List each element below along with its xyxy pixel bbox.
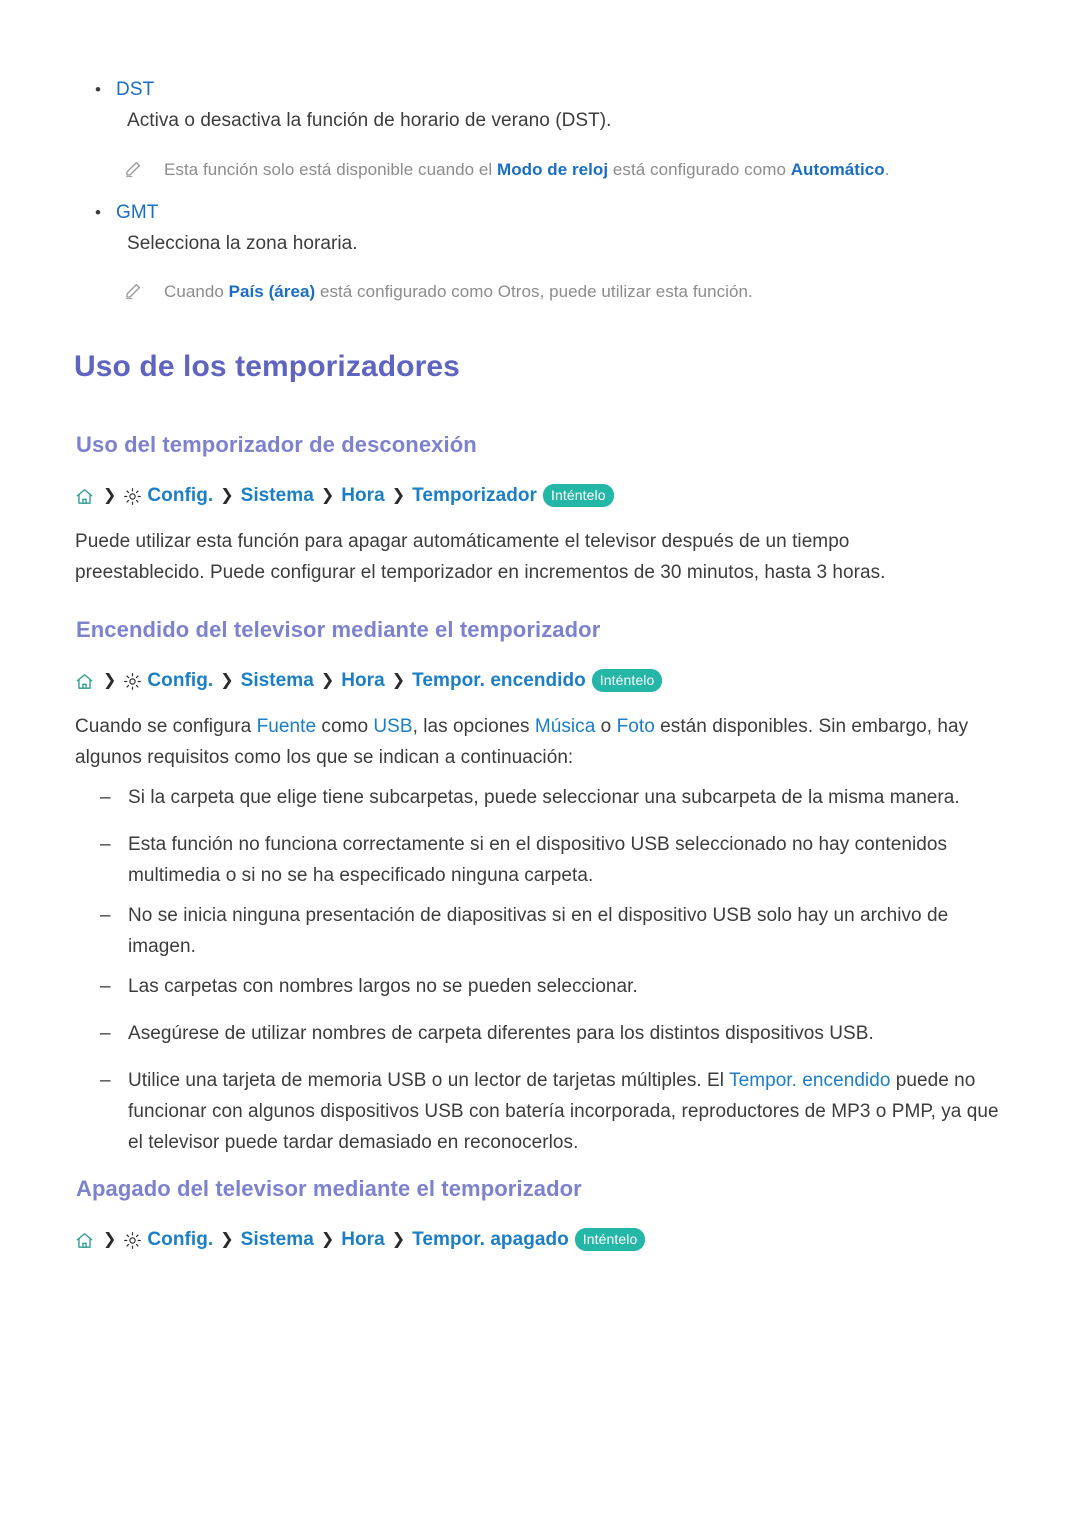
breadcrumb-separator: ❯ bbox=[320, 487, 335, 504]
try-it-badge[interactable]: Inténtelo bbox=[542, 483, 614, 507]
breadcrumb-separator: ❯ bbox=[391, 672, 406, 689]
section-heading-on-timer: Encendido del televisor mediante el temp… bbox=[76, 617, 601, 642]
list-item-text: Si la carpeta que elige tiene subcarpeta… bbox=[128, 787, 960, 808]
intro-part: o bbox=[595, 716, 617, 737]
section-paragraph-sleep-timer: Puede utilizar esta función para apagar … bbox=[75, 531, 886, 583]
section-heading-sleep-timer: Uso del temporizador de desconexión bbox=[76, 432, 477, 457]
list-item: – No se inicia ninguna presentación de d… bbox=[98, 900, 1003, 962]
breadcrumb-separator: ❯ bbox=[391, 487, 406, 504]
gear-icon[interactable] bbox=[123, 1231, 142, 1250]
breadcrumb-crumb-tempor-apagado[interactable]: Tempor. apagado bbox=[412, 1228, 569, 1252]
breadcrumb-separator: ❯ bbox=[220, 1231, 234, 1248]
intro-link-musica[interactable]: Música bbox=[535, 716, 595, 737]
bullet-row-dst: • DST bbox=[86, 76, 1016, 104]
list-item: – Las carpetas con nombres largos no se … bbox=[98, 971, 1003, 1002]
breadcrumb-crumb-hora[interactable]: Hora bbox=[341, 484, 385, 508]
home-icon[interactable] bbox=[75, 672, 94, 691]
dash-marker: – bbox=[100, 1023, 111, 1044]
breadcrumb-crumb-hora[interactable]: Hora bbox=[341, 1228, 385, 1252]
breadcrumb-crumb-config[interactable]: Config. bbox=[147, 669, 213, 693]
setting-label-gmt: GMT bbox=[116, 202, 159, 223]
intro-link-usb[interactable]: USB bbox=[373, 716, 412, 737]
note-part: . bbox=[884, 160, 890, 179]
list-item: – Utilice una tarjeta de memoria USB o u… bbox=[98, 1065, 1008, 1158]
breadcrumb-separator: ❯ bbox=[220, 487, 234, 504]
note-dst: Esta función solo está disponible cuando… bbox=[124, 156, 1014, 183]
page-title: Uso de los temporizadores bbox=[74, 350, 460, 383]
home-icon[interactable] bbox=[75, 1231, 94, 1250]
breadcrumb-separator: ❯ bbox=[103, 672, 117, 689]
intro-part: como bbox=[316, 716, 374, 737]
note-part: Cuando bbox=[164, 282, 229, 301]
list-item-text: No se inicia ninguna presentación de dia… bbox=[128, 905, 949, 957]
intro-link-foto[interactable]: Foto bbox=[617, 716, 655, 737]
pencil-icon bbox=[124, 278, 164, 305]
dash-marker: – bbox=[100, 787, 111, 808]
breadcrumb-separator: ❯ bbox=[103, 1231, 117, 1248]
breadcrumb-separator: ❯ bbox=[320, 1231, 335, 1248]
breadcrumb-separator: ❯ bbox=[391, 1231, 406, 1248]
bullet-dot-icon: • bbox=[95, 203, 101, 222]
setting-item-gmt: • GMT bbox=[86, 199, 1016, 227]
breadcrumb-separator: ❯ bbox=[220, 672, 234, 689]
list-item-link-tempor-encendido[interactable]: Tempor. encendido bbox=[729, 1070, 890, 1091]
breadcrumb-crumb-sistema[interactable]: Sistema bbox=[241, 484, 314, 508]
section-intro-on-timer: Cuando se configura Fuente como USB, las… bbox=[75, 711, 985, 773]
intro-part: , las opciones bbox=[412, 716, 535, 737]
note-keyword: País (área) bbox=[228, 282, 316, 301]
gear-icon[interactable] bbox=[123, 672, 142, 691]
breadcrumb-crumb-sistema[interactable]: Sistema bbox=[241, 1228, 314, 1252]
bullet-row-gmt: • GMT bbox=[86, 199, 1016, 227]
note-gmt: Cuando País (área) está configurado como… bbox=[124, 278, 1014, 305]
breadcrumb-crumb-hora[interactable]: Hora bbox=[341, 669, 385, 693]
breadcrumb-crumb-tempor-encendido[interactable]: Tempor. encendido bbox=[412, 669, 586, 693]
note-text-dst: Esta función solo está disponible cuando… bbox=[164, 156, 890, 183]
intro-link-fuente[interactable]: Fuente bbox=[257, 716, 316, 737]
breadcrumb-on-timer: ❯ Config. ❯ Sistema ❯ Hora ❯ Tempor. enc… bbox=[75, 668, 663, 693]
list-item-part: Utilice una tarjeta de memoria USB o un … bbox=[128, 1070, 730, 1091]
document-page: • DST Activa o desactiva la función de h… bbox=[0, 0, 1080, 1527]
setting-description-gmt: Selecciona la zona horaria. bbox=[127, 233, 358, 254]
dash-marker: – bbox=[100, 905, 111, 926]
setting-label-dst: DST bbox=[116, 79, 155, 100]
dash-marker: – bbox=[100, 1070, 111, 1091]
note-text-gmt: Cuando País (área) está configurado como… bbox=[164, 278, 753, 305]
try-it-badge[interactable]: Inténtelo bbox=[574, 1227, 646, 1251]
dash-marker: – bbox=[100, 834, 111, 855]
list-item: – Si la carpeta que elige tiene subcarpe… bbox=[98, 782, 1003, 813]
breadcrumb-sleep-timer: ❯ Config. ❯ Sistema ❯ Hora ❯ Temporizado… bbox=[75, 483, 614, 508]
setting-description-dst: Activa o desactiva la función de horario… bbox=[127, 110, 612, 131]
home-icon[interactable] bbox=[75, 487, 94, 506]
list-item-text: Utilice una tarjeta de memoria USB o un … bbox=[128, 1065, 1008, 1158]
breadcrumb-separator: ❯ bbox=[103, 487, 117, 504]
note-part: Esta función solo está disponible cuando… bbox=[164, 160, 497, 179]
list-item: – Esta función no funciona correctamente… bbox=[98, 829, 1003, 891]
list-item-text: Esta función no funciona correctamente s… bbox=[128, 834, 948, 886]
breadcrumb-separator: ❯ bbox=[320, 672, 335, 689]
dash-marker: – bbox=[100, 976, 111, 997]
breadcrumb-crumb-temporizador[interactable]: Temporizador bbox=[412, 484, 537, 508]
intro-part: Cuando se configura bbox=[75, 716, 257, 737]
pencil-icon bbox=[124, 156, 164, 183]
try-it-badge[interactable]: Inténtelo bbox=[591, 668, 663, 692]
gear-icon[interactable] bbox=[123, 487, 142, 506]
breadcrumb-off-timer: ❯ Config. ❯ Sistema ❯ Hora ❯ Tempor. apa… bbox=[75, 1227, 646, 1252]
bullet-dot-icon: • bbox=[95, 80, 101, 99]
list-item: – Asegúrese de utilizar nombres de carpe… bbox=[98, 1018, 1003, 1049]
setting-item-dst: • DST bbox=[86, 76, 1016, 104]
list-item-text: Las carpetas con nombres largos no se pu… bbox=[128, 976, 638, 997]
list-item-text: Asegúrese de utilizar nombres de carpeta… bbox=[128, 1023, 874, 1044]
note-part: está configurado como bbox=[608, 160, 791, 179]
note-keyword: Automático bbox=[790, 160, 885, 179]
breadcrumb-crumb-sistema[interactable]: Sistema bbox=[241, 669, 314, 693]
breadcrumb-crumb-config[interactable]: Config. bbox=[147, 484, 213, 508]
section-heading-off-timer: Apagado del televisor mediante el tempor… bbox=[76, 1176, 582, 1201]
note-part: está configurado como Otros, puede utili… bbox=[315, 282, 753, 301]
breadcrumb-crumb-config[interactable]: Config. bbox=[147, 1228, 213, 1252]
note-keyword: Modo de reloj bbox=[496, 160, 609, 179]
